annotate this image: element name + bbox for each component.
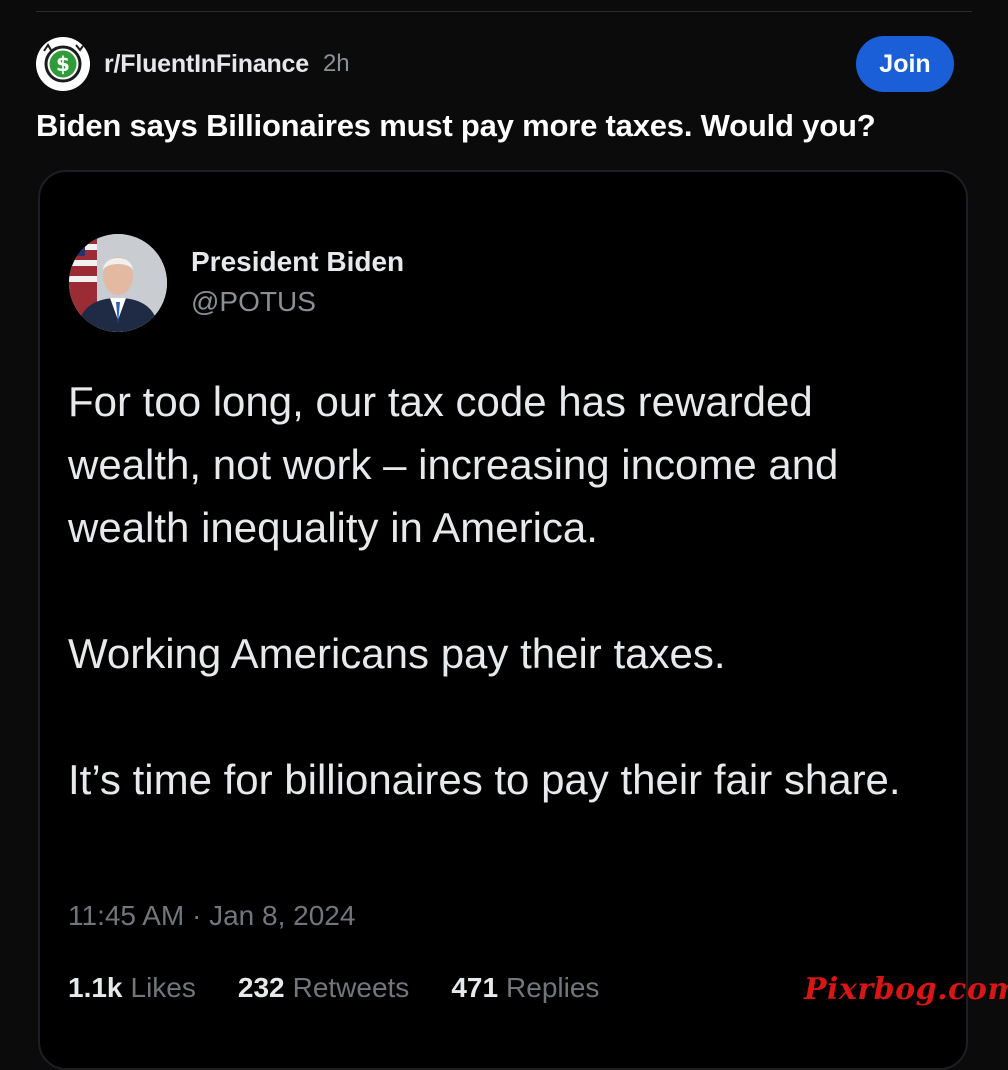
likes-stat[interactable]: 1.1k Likes bbox=[68, 972, 196, 1004]
watermark: Pixrbog.com bbox=[804, 972, 1008, 1007]
tweet-timestamp: 11:45 AM · Jan 8, 2024 bbox=[68, 900, 356, 931]
post-title[interactable]: Biden says Billionaires must pay more ta… bbox=[36, 108, 976, 144]
tweet-paragraph: It’s time for billionaires to pay their … bbox=[68, 756, 901, 803]
tweet-paragraph: Working Americans pay their taxes. bbox=[68, 630, 726, 677]
profile-photo bbox=[69, 234, 167, 332]
retweets-count: 232 bbox=[237, 972, 285, 1003]
replies-stat[interactable]: 471 Replies bbox=[451, 972, 599, 1004]
dollar-sign-icon: $ bbox=[37, 38, 89, 90]
replies-label: Replies bbox=[506, 972, 600, 1003]
subreddit-name[interactable]: r/FluentInFinance bbox=[104, 50, 309, 79]
post-age: 2h bbox=[322, 50, 350, 77]
retweets-label: Retweets bbox=[292, 972, 410, 1003]
likes-label: Likes bbox=[130, 972, 196, 1003]
post-header: $ r/FluentInFinance 2h Join bbox=[36, 36, 954, 92]
tweet-card[interactable]: President Biden @POTUS For too long, our… bbox=[38, 170, 968, 1070]
replies-count: 471 bbox=[451, 972, 499, 1003]
retweets-stat[interactable]: 232 Retweets bbox=[238, 972, 409, 1004]
likes-count: 1.1k bbox=[68, 972, 123, 1003]
tweet-stats: 1.1k Likes 232 Retweets 471 Replies bbox=[68, 972, 599, 1004]
svg-text:$: $ bbox=[56, 52, 70, 76]
tweet-paragraph: For too long, our tax code has rewarded … bbox=[68, 378, 839, 551]
join-button[interactable]: Join bbox=[856, 36, 954, 92]
tweet-author-name[interactable]: President Biden bbox=[191, 246, 404, 278]
subreddit-avatar[interactable]: $ bbox=[36, 37, 90, 91]
tweet-text: For too long, our tax code has rewarded … bbox=[68, 370, 948, 811]
tweet-author-handle[interactable]: @POTUS bbox=[191, 286, 316, 318]
top-divider bbox=[36, 11, 972, 12]
